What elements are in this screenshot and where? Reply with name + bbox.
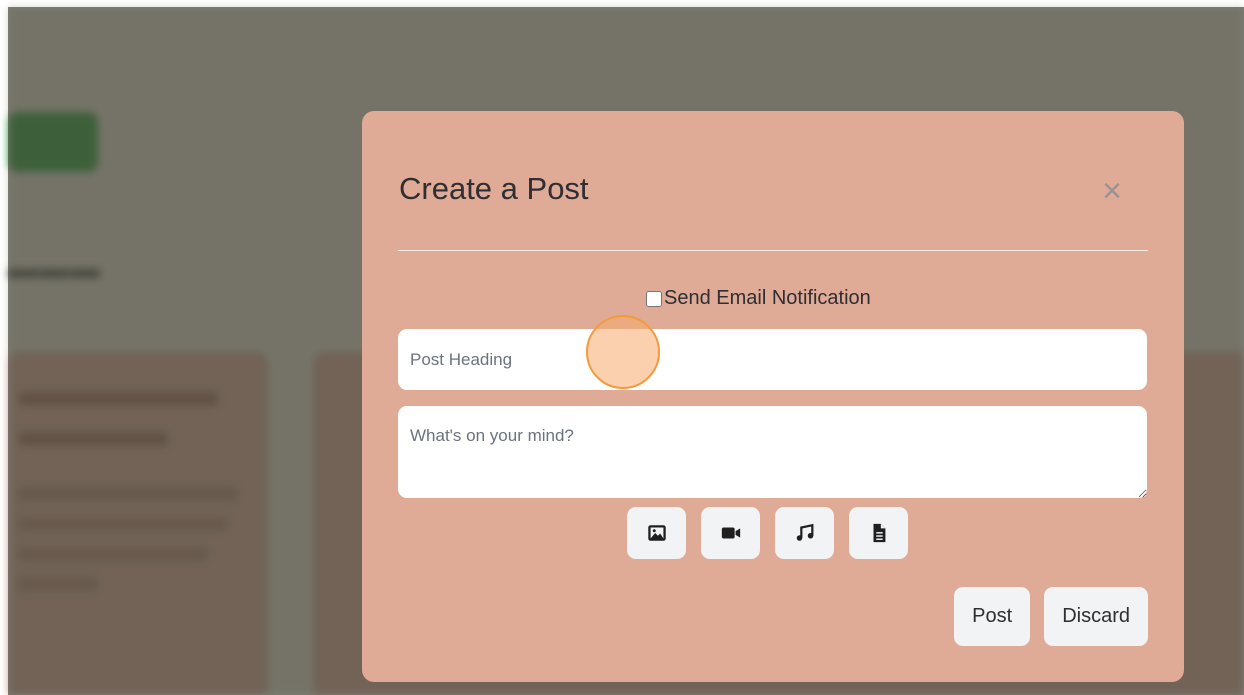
add-video-button[interactable] (701, 507, 760, 559)
add-image-button[interactable] (627, 507, 686, 559)
modal-title: Create a Post (399, 171, 589, 206)
add-audio-button[interactable] (775, 507, 834, 559)
add-file-button[interactable] (849, 507, 908, 559)
file-icon (873, 523, 885, 543)
image-icon (647, 525, 666, 541)
email-notification-checkbox[interactable] (646, 290, 662, 307)
close-icon: × (1102, 171, 1122, 210)
attachment-toolbar (627, 507, 908, 559)
close-button[interactable]: × (1092, 171, 1132, 211)
divider (398, 250, 1148, 251)
video-icon (721, 527, 740, 539)
post-button[interactable]: Post (954, 587, 1031, 646)
modal-footer: Post Discard (954, 587, 1148, 646)
email-notification-label: Send Email Notification (664, 287, 871, 309)
post-heading-input[interactable] (398, 329, 1147, 390)
email-notification-toggle[interactable]: Send Email Notification (646, 287, 871, 310)
post-body-textarea[interactable] (398, 406, 1147, 498)
discard-button[interactable]: Discard (1044, 587, 1148, 646)
music-icon (796, 523, 813, 541)
create-post-modal: Create a Post × Send Email Notification (362, 111, 1184, 682)
